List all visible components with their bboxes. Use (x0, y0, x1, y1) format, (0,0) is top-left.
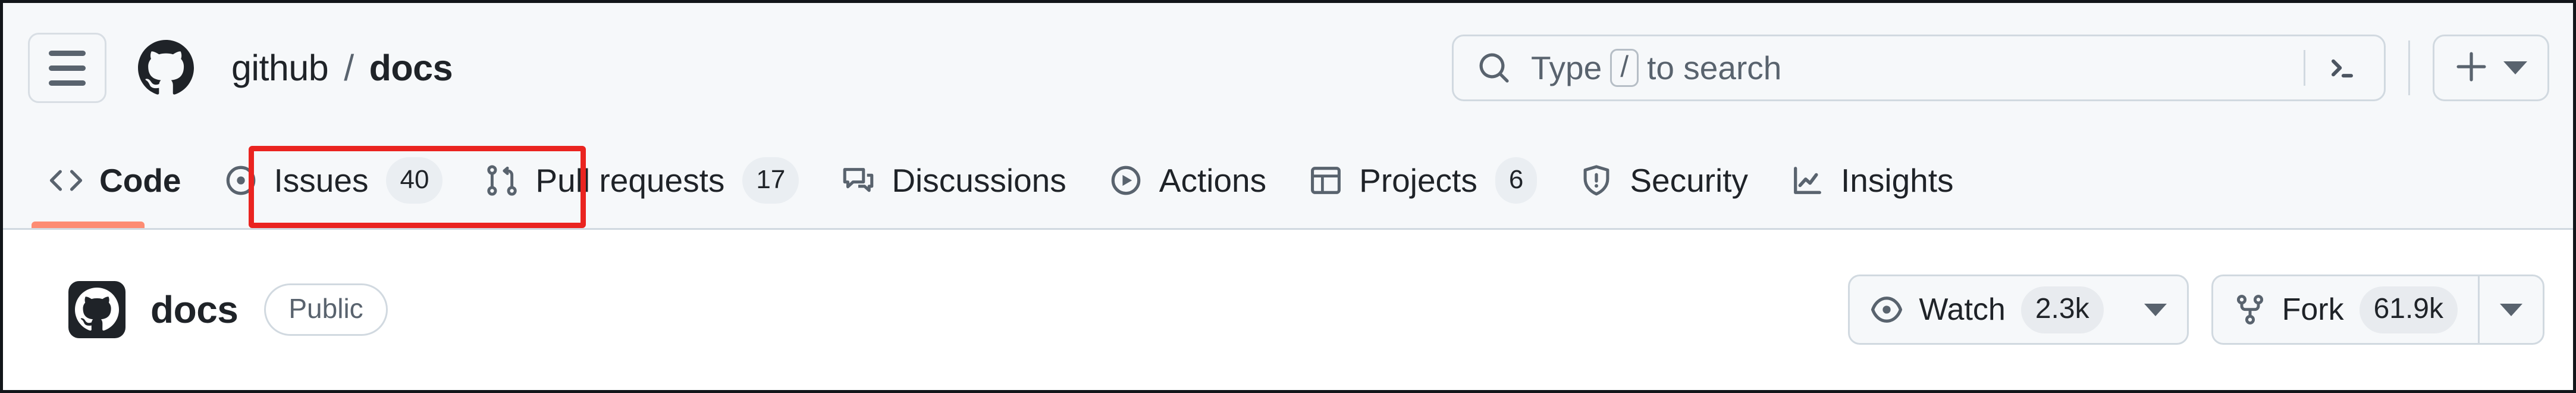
watch-button-main[interactable]: Watch 2.3k (1850, 276, 2123, 343)
search-placeholder-suffix: to search (1647, 49, 1782, 86)
fork-label: Fork (2282, 292, 2344, 327)
tab-security[interactable]: Security (1558, 145, 1769, 216)
menu-button[interactable] (28, 33, 106, 103)
shield-icon (1580, 164, 1613, 197)
git-pull-request-icon (485, 164, 519, 197)
breadcrumb-repo[interactable]: docs (369, 47, 453, 89)
chevron-down-icon (2503, 61, 2527, 74)
status-badge: Public (264, 283, 388, 336)
comment-discussion-icon (842, 164, 875, 197)
tab-projects[interactable]: Projects 6 (1288, 145, 1558, 216)
tab-actions[interactable]: Actions (1088, 145, 1288, 216)
slash-key-hint: / (1610, 49, 1639, 87)
global-header: github / docs Type / to search (3, 3, 2573, 133)
play-icon (1109, 164, 1143, 197)
tab-label: Pull requests (535, 162, 725, 199)
watch-button[interactable]: Watch 2.3k (1848, 275, 2189, 345)
watch-dropdown-toggle[interactable] (2124, 276, 2187, 343)
avatar (68, 281, 125, 338)
repo-header: docs Public Watch 2.3k Fork 61.9k (3, 230, 2573, 389)
plus-icon (2455, 50, 2488, 86)
issue-opened-icon (224, 164, 258, 197)
tab-label: Projects (1359, 162, 1477, 199)
breadcrumb-separator: / (344, 48, 354, 88)
table-icon (1309, 164, 1342, 197)
header-divider (2408, 40, 2410, 95)
repo-actions: Watch 2.3k Fork 61.9k (1848, 275, 2544, 345)
tab-pull-requests[interactable]: Pull requests 17 (464, 145, 820, 216)
repo-nav: Code Issues 40 Pull requests 17 Discussi… (3, 133, 2573, 230)
github-repo-page: github / docs Type / to search Code Issu… (0, 0, 2576, 393)
search-input[interactable]: Type / to search (1452, 35, 2386, 101)
tab-issues[interactable]: Issues 40 (203, 145, 465, 216)
fork-count: 61.9k (2359, 286, 2458, 333)
eye-icon (1870, 293, 1903, 326)
breadcrumb: github / docs (231, 47, 453, 89)
code-icon (49, 164, 83, 197)
fork-dropdown-toggle[interactable] (2478, 276, 2543, 343)
tab-label: Discussions (892, 162, 1066, 199)
graph-icon (1791, 164, 1824, 197)
create-new-button[interactable] (2433, 35, 2549, 101)
repo-nav-tablist: Code Issues 40 Pull requests 17 Discussi… (28, 133, 1975, 228)
chevron-down-icon (2500, 303, 2522, 316)
search-divider (2304, 50, 2305, 86)
chevron-down-icon (2144, 303, 2167, 316)
tab-count-badge: 6 (1495, 157, 1538, 204)
tab-count-badge: 17 (742, 157, 799, 204)
github-logo[interactable] (137, 40, 194, 96)
tab-label: Issues (274, 162, 369, 199)
fork-button-main[interactable]: Fork 61.9k (2213, 276, 2478, 343)
tab-label: Insights (1841, 162, 1954, 199)
repo-forked-icon (2233, 293, 2267, 326)
terminal-icon[interactable] (2324, 50, 2360, 86)
tab-code[interactable]: Code (28, 145, 203, 216)
hamburger-icon-line (49, 65, 86, 71)
watch-count: 2.3k (2020, 286, 2104, 333)
tab-insights[interactable]: Insights (1769, 145, 1975, 216)
tab-discussions[interactable]: Discussions (820, 145, 1087, 216)
watch-label: Watch (1919, 292, 2006, 327)
tab-count-badge: 40 (386, 157, 443, 204)
page-title[interactable]: docs (150, 288, 239, 332)
search-placeholder-prefix: Type (1531, 49, 1602, 86)
tab-label: Actions (1159, 162, 1267, 199)
fork-button[interactable]: Fork 61.9k (2211, 275, 2544, 345)
tab-label: Security (1630, 162, 1748, 199)
tab-label: Code (99, 162, 181, 199)
search-icon (1477, 51, 1511, 85)
active-tab-underline (32, 222, 145, 228)
header-right-group: Type / to search (1452, 35, 2549, 101)
breadcrumb-owner[interactable]: github (231, 47, 329, 89)
hamburger-icon-line (49, 50, 86, 56)
search-placeholder: Type / to search (1531, 49, 1781, 87)
hamburger-icon-line (49, 80, 86, 86)
